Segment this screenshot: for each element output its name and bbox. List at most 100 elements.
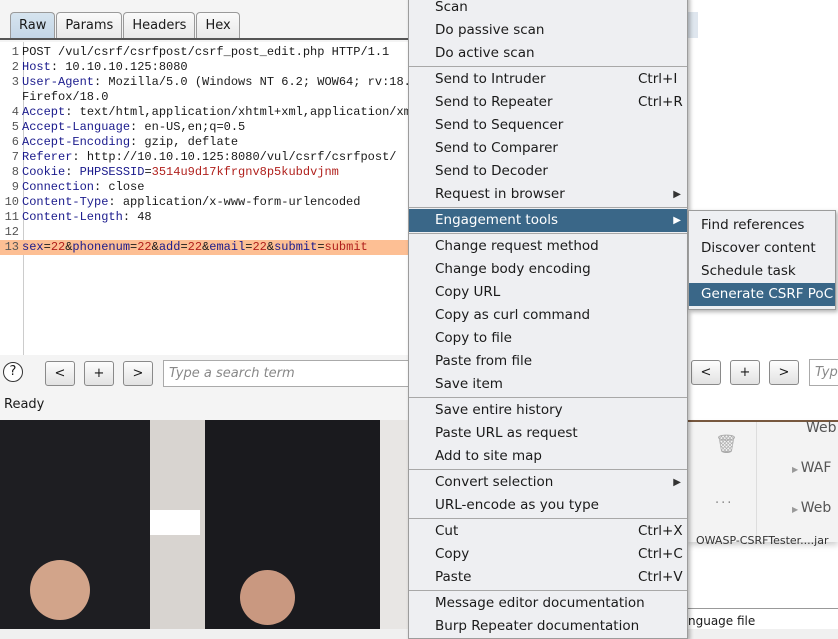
menu-item-burp-repeater-documentation[interactable]: Burp Repeater documentation xyxy=(409,615,687,638)
code-line: 11 Content-Length: 48 xyxy=(0,210,410,225)
menu-item-engagement-tools[interactable]: Engagement tools ▶ xyxy=(409,209,687,232)
prev-button[interactable]: < xyxy=(45,361,75,386)
row-waf-label: WAF xyxy=(800,460,832,476)
menu-item-label: Send to Sequencer xyxy=(435,117,564,133)
shortcut-label: Ctrl+X xyxy=(638,523,683,539)
submenu-item-generate-csrf-poc[interactable]: Generate CSRF PoC xyxy=(689,283,835,306)
code-line: 5 Accept-Language: en-US,en;q=0.5 xyxy=(0,120,410,135)
line-number: 10 xyxy=(4,195,19,209)
right-add-button[interactable]: + xyxy=(730,360,760,385)
menu-item-copy-url[interactable]: Copy URL xyxy=(409,281,687,304)
menu-item-send-to-comparer[interactable]: Send to Comparer xyxy=(409,137,687,160)
code-token: Firefox/18.0 xyxy=(22,90,109,104)
code-token: : gzip, deflate xyxy=(130,135,239,149)
line-number: 8 xyxy=(11,165,19,179)
menu-item-label: Copy URL xyxy=(435,284,501,300)
tab-hex[interactable]: Hex xyxy=(196,12,240,38)
line-number: 11 xyxy=(4,210,19,224)
menu-item-url-encode-as-you-type[interactable]: URL-encode as you type xyxy=(409,494,687,517)
menu-item-save-entire-history[interactable]: Save entire history xyxy=(409,399,687,422)
code-token: submit xyxy=(324,240,368,254)
menu-item-paste-from-file[interactable]: Paste from file xyxy=(409,350,687,373)
next-button[interactable]: > xyxy=(123,361,153,386)
code-token: = xyxy=(43,240,51,254)
menu-separator xyxy=(409,207,687,208)
engagement-tools-submenu: Find references Discover content Schedule … xyxy=(688,210,836,310)
right-search-input[interactable]: Type xyxy=(809,359,838,386)
code-line: Firefox/18.0 xyxy=(0,90,410,105)
menu-item-label: Cut xyxy=(435,523,459,539)
add-button[interactable]: + xyxy=(84,361,114,386)
code-token: : text/html,application/xhtml+xml,applic… xyxy=(65,105,410,119)
menu-item-change-body-encoding[interactable]: Change body encoding xyxy=(409,258,687,281)
menu-item-paste-url-as-request[interactable]: Paste URL as request xyxy=(409,422,687,445)
shortcut-label: Ctrl+V xyxy=(638,569,683,585)
row-web-1[interactable]: Web xyxy=(806,420,837,436)
menu-item-send-to-sequencer[interactable]: Send to Sequencer xyxy=(409,114,687,137)
menu-item-label: Copy as curl command xyxy=(435,307,591,323)
code-token: Accept xyxy=(22,105,66,119)
line-number: 4 xyxy=(11,105,19,119)
row-waf[interactable]: ▶ WAF xyxy=(792,460,831,476)
menu-separator xyxy=(409,518,687,519)
code-line: 6 Accept-Encoding: gzip, deflate xyxy=(0,135,410,150)
menu-item-paste[interactable]: Paste Ctrl+V xyxy=(409,566,687,589)
menu-item-message-editor-documentation[interactable]: Message editor documentation xyxy=(409,592,687,615)
menu-item-send-to-intruder[interactable]: Send to Intruder Ctrl+I xyxy=(409,68,687,91)
code-token: sex xyxy=(22,240,44,254)
code-token: : 48 xyxy=(122,210,152,224)
more-icon[interactable]: ... xyxy=(715,492,733,507)
trash-icon[interactable]: 🗑 xyxy=(715,434,738,455)
background-window: < + > Type 🗑 ... Web ▶ WAF ▶ Web OWASP-C… xyxy=(688,0,838,629)
menu-item-request-in-browser[interactable]: Request in browser ▶ xyxy=(409,183,687,206)
code-line: 10 Content-Type: application/x-www-form-u… xyxy=(0,195,410,210)
menu-item-do-active-scan[interactable]: Do active scan xyxy=(409,42,687,65)
menu-item-convert-selection[interactable]: Convert selection ▶ xyxy=(409,471,687,494)
code-token: User-Agent xyxy=(22,75,95,89)
menu-separator xyxy=(409,590,687,591)
request-editor[interactable]: 1 POST /vul/csrf/csrfpost/csrf_post_edit.… xyxy=(0,42,410,355)
code-token: 22 xyxy=(187,240,203,254)
search-bar: ? < + > Type a search term xyxy=(0,358,423,390)
tab-headers[interactable]: Headers xyxy=(123,12,196,38)
row-web-label: Web xyxy=(800,500,832,516)
menu-item-add-to-site-map[interactable]: Add to site map xyxy=(409,445,687,468)
menu-item-change-request-method[interactable]: Change request method xyxy=(409,235,687,258)
menu-item-copy-to-file[interactable]: Copy to file xyxy=(409,327,687,350)
right-prev-button[interactable]: < xyxy=(691,360,721,385)
code-token: = xyxy=(180,240,188,254)
line-number: 2 xyxy=(11,60,19,74)
right-next-button[interactable]: > xyxy=(769,360,799,385)
request-panel: Raw Params Headers Hex 1 POST /vul/csrf/c… xyxy=(0,0,423,420)
help-button[interactable]: ? xyxy=(3,362,23,382)
menu-item-do-passive-scan[interactable]: Do passive scan xyxy=(409,19,687,42)
language-file-label: nguage file xyxy=(688,614,756,628)
submenu-item-discover-content[interactable]: Discover content xyxy=(689,237,835,260)
code-token: = xyxy=(144,165,152,179)
menu-item-label: Add to site map xyxy=(435,448,542,464)
editor-tabs: Raw Params Headers Hex xyxy=(10,12,241,38)
menu-item-label: Paste from file xyxy=(435,353,532,369)
submenu-item-schedule-task[interactable]: Schedule task xyxy=(689,260,835,283)
tab-params[interactable]: Params xyxy=(56,12,123,38)
row-web-2[interactable]: ▶ Web xyxy=(792,500,831,516)
menu-item-copy-as-curl-command[interactable]: Copy as curl command xyxy=(409,304,687,327)
code-token: : en-US,en;q=0.5 xyxy=(130,120,246,134)
menu-item-label: Paste URL as request xyxy=(435,425,578,441)
line-number: 1 xyxy=(11,45,19,59)
line-number: 5 xyxy=(11,120,19,134)
menu-item-send-to-repeater[interactable]: Send to Repeater Ctrl+R xyxy=(409,91,687,114)
status-text: Ready xyxy=(4,397,45,412)
menu-item-cut[interactable]: Cut Ctrl+X xyxy=(409,520,687,543)
submenu-item-find-references[interactable]: Find references xyxy=(689,214,835,237)
line-number: 6 xyxy=(11,135,19,149)
menu-item-send-to-decoder[interactable]: Send to Decoder xyxy=(409,160,687,183)
menu-item-copy[interactable]: Copy Ctrl+C xyxy=(409,543,687,566)
search-input[interactable]: Type a search term xyxy=(163,360,423,387)
menu-item-label: Engagement tools xyxy=(435,212,558,228)
menu-item-label: Send to Comparer xyxy=(435,140,558,156)
tab-raw[interactable]: Raw xyxy=(10,12,56,38)
menu-item-save-item[interactable]: Save item xyxy=(409,373,687,396)
code-token: Cookie xyxy=(22,165,66,179)
menu-item-scan[interactable]: Scan xyxy=(409,0,687,19)
